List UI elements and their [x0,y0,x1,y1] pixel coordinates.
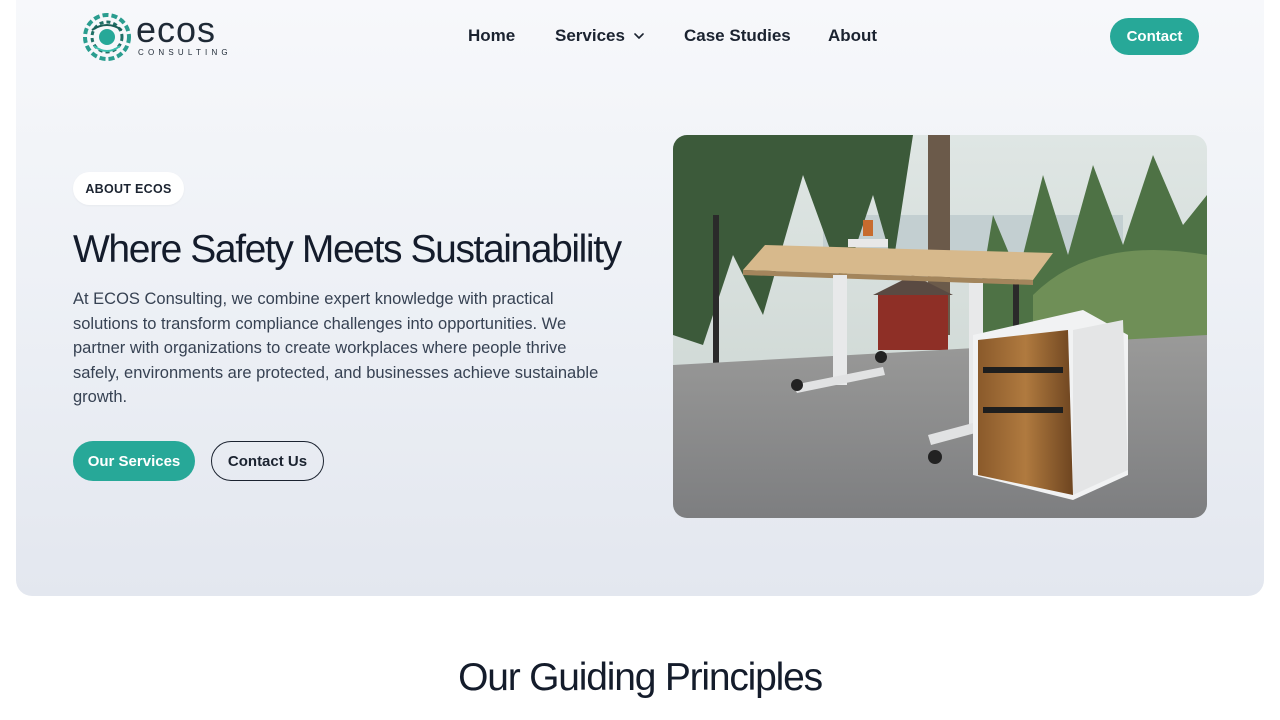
contact-button[interactable]: Contact [1110,18,1199,55]
guiding-principles-title: Our Guiding Principles [458,656,823,699]
ecos-globe-icon [83,13,131,61]
nav-item-services[interactable]: Services [555,26,645,46]
brand-tagline: CONSULTING [138,47,232,57]
nav-item-label: About [828,26,878,45]
section-badge: ABOUT ECOS [73,172,184,205]
nav-item-label: Services [555,26,625,45]
nav-item-case-studies[interactable]: Case Studies [684,26,791,46]
nav-item-about[interactable]: About [828,26,877,46]
nav-item-label: Home [468,26,516,45]
chevron-down-icon [634,33,644,39]
contact-us-button[interactable]: Contact Us [211,441,324,481]
brand-name: ecos [136,8,217,50]
nav-item-home[interactable]: Home [468,26,515,46]
brand-logo[interactable]: ecos CONSULTING [82,11,242,63]
hero-title: Where Safety Meets Sustainability [73,228,622,271]
hero-description: At ECOS Consulting, we combine expert kn… [73,290,599,407]
our-services-button[interactable]: Our Services [73,441,195,481]
nav-item-label: Case Studies [684,26,791,45]
hero-image [673,135,1207,518]
